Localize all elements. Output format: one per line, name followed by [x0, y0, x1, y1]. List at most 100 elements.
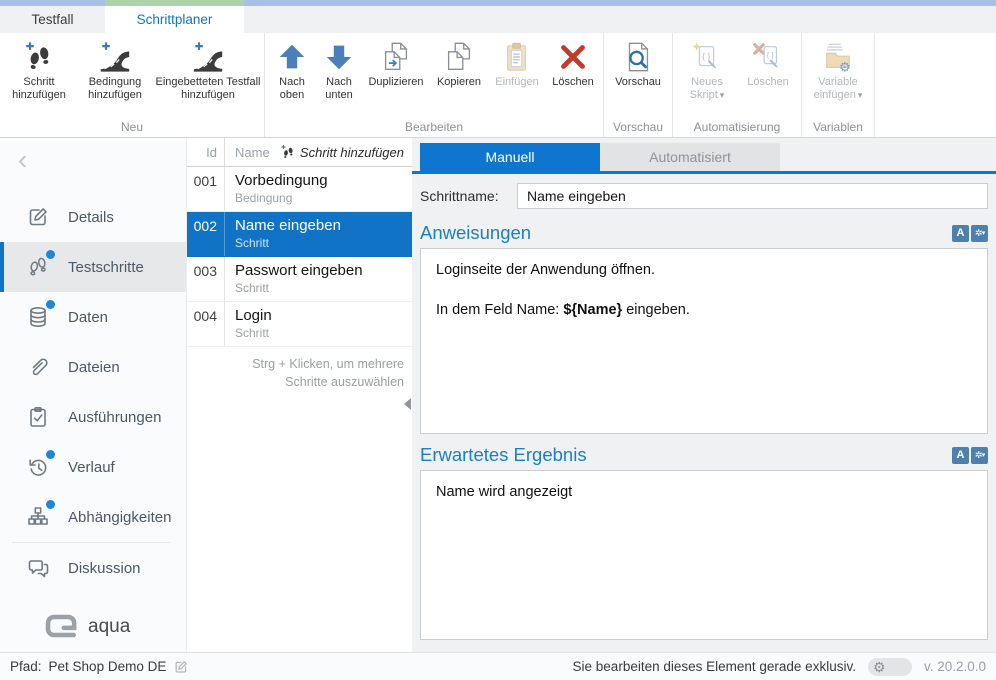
dropdown-caret-icon: ▾	[720, 90, 725, 100]
ribbon-group-label-neu: Neu	[3, 117, 261, 137]
tab-testfall[interactable]: Testfall	[0, 0, 105, 33]
sidebar-collapse-chevron-icon[interactable]: ‹	[18, 146, 27, 174]
aqua-logo-text: aqua	[88, 616, 130, 638]
sidebar: ‹ Details Testschritte	[0, 138, 186, 652]
add-step-inline-button[interactable]: Schritt hinzufügen	[280, 144, 412, 160]
anweisungen-textarea[interactable]: Loginseite der Anwendung öffnen. In dem …	[420, 248, 988, 434]
step-type: Schritt	[235, 281, 412, 295]
ribbon-group-variablen: ⚙ Variable einfügen▾ Variablen	[802, 33, 875, 137]
clipboard-check-icon	[26, 405, 50, 429]
database-icon	[26, 305, 50, 329]
step-type: Schritt	[235, 326, 412, 340]
spellcheck-icon[interactable]: A	[952, 225, 969, 242]
content-area: ‹ Details Testschritte	[0, 138, 996, 652]
multi-select-hint: Strg + Klicken, um mehrere Schritte ausz…	[187, 347, 412, 391]
paste-icon	[500, 40, 534, 74]
svg-text:{ }: { }	[767, 50, 775, 59]
step-type: Schritt	[235, 236, 412, 250]
preview-icon	[621, 40, 655, 74]
sidebar-item-testschritte[interactable]: Testschritte	[0, 242, 186, 292]
delete-button[interactable]: Löschen	[546, 33, 600, 117]
ribbon-group-label-bearbeiten: Bearbeiten	[268, 117, 600, 137]
add-step-button[interactable]: Schritt hinzufügen	[3, 33, 75, 117]
tab-automatisiert[interactable]: Automatisiert	[600, 143, 780, 171]
sidebar-item-details[interactable]: Details	[0, 192, 186, 242]
arrow-down-icon	[322, 40, 356, 74]
history-icon	[26, 455, 50, 479]
edit-icon	[26, 205, 50, 229]
dropdown-caret-icon: ▾	[858, 90, 863, 100]
copy-button[interactable]: Kopieren	[430, 33, 488, 117]
window-tabstrip: Testfall Schrittplaner	[0, 0, 996, 33]
tab-testfall-label: Testfall	[0, 6, 105, 33]
aqua-logo-icon	[44, 613, 80, 640]
collapse-steps-handle-icon[interactable]	[404, 398, 411, 410]
ribbon: Schritt hinzufügen Bedingung hinzufügen …	[0, 33, 996, 138]
sidebar-item-daten[interactable]: Daten	[0, 292, 186, 342]
spellcheck-icon[interactable]: A	[952, 447, 969, 464]
steps-column-id: Id	[187, 138, 225, 166]
notification-dot	[46, 300, 55, 309]
duplicate-button[interactable]: Duplizieren	[362, 33, 430, 117]
anweisungen-title: Anweisungen	[420, 222, 531, 244]
step-name: Login	[235, 307, 412, 324]
tab-manuell[interactable]: Manuell	[420, 143, 600, 171]
move-down-button[interactable]: Nach unten	[316, 33, 362, 117]
edit-path-icon[interactable]	[173, 659, 189, 675]
ribbon-group-bearbeiten: Nach oben Nach unten Duplizieren K	[265, 33, 604, 137]
sidebar-item-dateien[interactable]: Dateien	[0, 342, 186, 392]
footsteps-icon	[26, 255, 50, 279]
variable-token: ${Name}	[563, 302, 622, 318]
notification-dot	[46, 450, 55, 459]
tabstrip-filler	[244, 0, 996, 33]
sidebar-item-diskussion[interactable]: Diskussion	[0, 543, 186, 593]
step-name: Vorbedingung	[235, 172, 412, 189]
ribbon-group-label-variablen: Variablen	[805, 117, 871, 137]
copy-icon	[442, 40, 476, 74]
editor-tabs: Manuell Automatisiert	[420, 143, 988, 171]
add-embedded-testcase-button[interactable]: Eingebetteten Testfall hinzufügen	[155, 33, 261, 117]
schrittname-input[interactable]: Name eingeben	[517, 183, 988, 209]
ribbon-group-vorschau: Vorschau Vorschau	[604, 33, 673, 137]
translate-icon[interactable]: ✲▾	[971, 447, 988, 464]
insert-variable-button[interactable]: ⚙ Variable einfügen▾	[805, 33, 871, 117]
steps-panel: Id Name Schritt hinzufügen 001 Vorbed	[186, 138, 412, 652]
new-script-button[interactable]: { } Neues Skript▾	[676, 33, 738, 117]
step-row-selected[interactable]: 002 Name eingeben Schritt	[187, 212, 412, 257]
schrittname-label: Schrittname:	[420, 188, 517, 204]
delete-script-button[interactable]: { } Löschen	[738, 33, 798, 117]
duplicate-icon	[379, 40, 413, 74]
sidebar-item-verlauf[interactable]: Verlauf	[0, 442, 186, 492]
sidebar-item-ausfuehrungen[interactable]: Ausführungen	[0, 392, 186, 442]
add-condition-icon	[98, 40, 132, 74]
add-condition-button[interactable]: Bedingung hinzufügen	[75, 33, 155, 117]
svg-text:⚙: ⚙	[839, 60, 851, 74]
notification-dot	[46, 500, 55, 509]
steps-column-name: Name	[225, 145, 270, 160]
step-row[interactable]: 001 Vorbedingung Bedingung	[187, 167, 412, 212]
preview-button[interactable]: Vorschau	[607, 33, 669, 117]
steps-header: Id Name Schritt hinzufügen	[187, 138, 412, 167]
paste-button[interactable]: Einfügen	[488, 33, 546, 117]
step-row[interactable]: 003 Passwort eingeben Schritt	[187, 257, 412, 302]
arrow-up-icon	[275, 40, 309, 74]
step-type: Bedingung	[235, 191, 412, 205]
add-embedded-testcase-icon	[191, 40, 225, 74]
ergebnis-textarea[interactable]: Name wird angezeigt	[420, 470, 988, 640]
chat-bubbles-icon	[26, 556, 50, 580]
tab-schrittplaner-label: Schrittplaner	[105, 6, 244, 33]
svg-text:{ }: { }	[702, 51, 710, 61]
settings-toggle[interactable]: ⚙	[868, 658, 912, 676]
tab-schrittplaner[interactable]: Schrittplaner	[105, 0, 244, 33]
step-name: Passwort eingeben	[235, 262, 412, 279]
add-footsteps-small-icon	[280, 144, 296, 160]
path-label: Pfad:	[10, 659, 42, 674]
ribbon-group-label-automatisierung: Automatisierung	[676, 117, 798, 137]
translate-icon[interactable]: ✲▾	[971, 225, 988, 242]
sidebar-item-abhaengigkeiten[interactable]: Abhängigkeiten	[0, 492, 186, 542]
step-editor-panel: Manuell Automatisiert Schrittname: Name …	[412, 138, 996, 652]
notification-dot	[46, 250, 55, 259]
move-up-button[interactable]: Nach oben	[268, 33, 316, 117]
path-value: Pet Shop Demo DE	[49, 659, 167, 674]
step-row[interactable]: 004 Login Schritt	[187, 302, 412, 347]
